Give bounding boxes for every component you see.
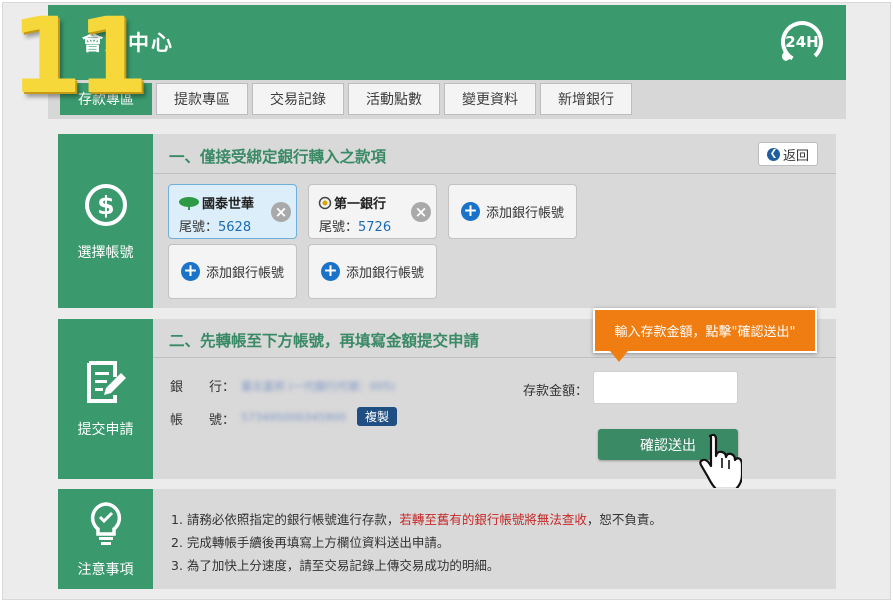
bank-name: 國泰世華 <box>202 197 255 212</box>
bank-label: 銀 行： <box>170 380 236 395</box>
copy-button[interactable]: 複製 <box>357 407 397 426</box>
note-text: 1. 請務必依照指定的銀行帳號進行存款， <box>171 512 400 527</box>
lightbulb-icon <box>88 501 124 549</box>
tail-number: 5726 <box>358 220 392 235</box>
select-account-panel: 一、僅接受綁定銀行轉入之款項 ❮ 返回 國泰世華 尾號：5628 × 第一銀行 … <box>153 134 836 308</box>
amount-label: 存款金額： <box>523 384 589 399</box>
note-text: 2. 完成轉帳手續後再填寫上方欄位資料送出申請。 <box>171 535 450 550</box>
notes-label: 注意事項 <box>77 562 134 578</box>
add-bank-account-button[interactable]: + 添加銀行帳號 <box>448 184 577 239</box>
amount-input[interactable] <box>593 371 738 404</box>
add-bank-account-button[interactable]: + 添加銀行帳號 <box>168 244 297 299</box>
dollar-icon: $ <box>84 183 128 231</box>
divider <box>153 173 836 174</box>
account-value: 573495000345900 <box>241 411 346 424</box>
tail-label: 尾號： <box>179 220 219 235</box>
plus-icon: + <box>460 202 480 221</box>
remove-icon[interactable]: × <box>411 202 431 222</box>
add-bank-account-button[interactable]: + 添加銀行帳號 <box>308 244 437 299</box>
tab-edit-profile[interactable]: 變更資料 <box>444 83 536 115</box>
note-text: 3. 為了加快上分速度，請至交易記錄上傳交易成功的明細。 <box>171 558 500 573</box>
accounts-heading: 一、僅接受綁定銀行轉入之款項 <box>169 148 387 166</box>
cathay-tree-icon <box>179 196 199 210</box>
submit-request-side: 提交申請 <box>58 319 153 479</box>
note-item: 2. 完成轉帳手續後再填寫上方欄位資料送出申請。 <box>171 532 449 551</box>
hand-cursor-icon <box>696 432 744 491</box>
tab-transactions[interactable]: 交易記錄 <box>252 83 344 115</box>
header-bar: 會員中心 24H <box>48 5 846 80</box>
add-account-label: 添加銀行帳號 <box>205 266 284 281</box>
edit-icon <box>85 359 127 409</box>
tab-add-bank[interactable]: 新增銀行 <box>540 83 632 115</box>
notes-panel: 1. 請務必依照指定的銀行帳號進行存款，若轉至舊有的銀行帳號將無法查收，恕不負責… <box>153 489 836 589</box>
note-item: 1. 請務必依照指定的銀行帳號進行存款，若轉至舊有的銀行帳號將無法查收，恕不負責… <box>171 509 662 528</box>
note-item: 3. 為了加快上分速度，請至交易記錄上傳交易成功的明細。 <box>171 555 499 574</box>
step-number: 11 <box>10 0 149 117</box>
notes-side: 注意事項 <box>58 489 153 589</box>
submit-request-label: 提交申請 <box>77 422 134 438</box>
plus-icon: + <box>180 262 200 281</box>
tail-label: 尾號： <box>319 220 359 235</box>
divider <box>153 357 836 358</box>
svg-text:$: $ <box>97 191 114 220</box>
bank-value: 臺北富邦 (一代銀行代號：005) <box>241 380 396 393</box>
add-account-label: 添加銀行帳號 <box>485 206 564 221</box>
note-warning: 若轉至舊有的銀行帳號將無法查收 <box>399 512 587 527</box>
add-account-label: 添加銀行帳號 <box>345 266 424 281</box>
tab-withdraw[interactable]: 提款專區 <box>156 83 248 115</box>
tab-bar: 存款專區 提款專區 交易記錄 活動點數 變更資料 新增銀行 <box>48 80 846 119</box>
submit-heading: 二、先轉帳至下方帳號，再填寫金額提交申請 <box>169 332 480 350</box>
remove-icon[interactable]: × <box>271 202 291 222</box>
note-text: ，恕不負責。 <box>586 512 662 527</box>
instruction-tooltip: 輸入存款金額，點擊"確認送出" <box>593 308 817 353</box>
plus-icon: + <box>320 262 340 281</box>
account-label: 帳 號： <box>170 413 236 428</box>
back-button[interactable]: ❮ 返回 <box>758 142 818 166</box>
tail-number: 5628 <box>218 220 252 235</box>
select-account-label: 選擇帳號 <box>77 245 134 261</box>
select-account-side: $ 選擇帳號 <box>58 134 153 308</box>
bank-card-firstbank[interactable]: 第一銀行 尾號：5726 × <box>308 184 437 239</box>
badge-24h-text: 24H <box>785 33 818 51</box>
back-button-label: 返回 <box>782 148 809 164</box>
tooltip-tail <box>610 351 628 362</box>
tab-points[interactable]: 活動點數 <box>348 83 440 115</box>
support-24h-icon[interactable]: 24H <box>776 18 828 66</box>
firstbank-logo-icon <box>318 196 332 209</box>
bank-card-cathay[interactable]: 國泰世華 尾號：5628 × <box>168 184 297 239</box>
bank-name: 第一銀行 <box>334 197 387 212</box>
chevron-left-icon: ❮ <box>766 147 780 161</box>
